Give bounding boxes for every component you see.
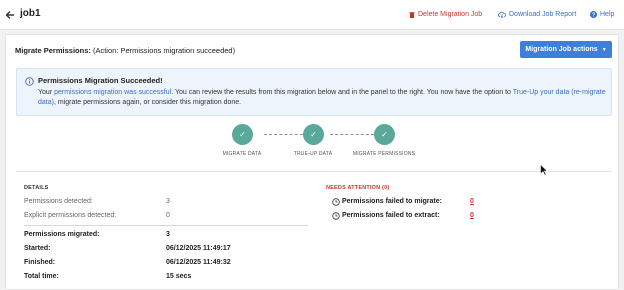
chevron-down-icon: ▼ [601,46,607,53]
detail-row-explicit-permissions: Explicit permissions detected: 0 [24,212,308,226]
attention-label: Permissions failed to extract: [342,212,440,219]
check-icon: ✓ [239,130,246,139]
trash-icon [409,12,415,18]
migrate-permissions-summary: Migrate Permissions: (Action: Permission… [15,46,235,55]
help-circle-icon: ? [590,11,597,18]
detail-row-started: Started: 06/12/2025 11:49:17 [24,245,308,259]
attention-row-failed-to-migrate: Permissions failed to migrate: 0 [332,198,482,210]
alert-message: Your permissions migration was successfu… [38,88,608,108]
detail-label: Finished: [24,259,56,266]
detail-value: 0 [166,212,170,219]
back-arrow-icon[interactable] [5,9,15,21]
step-label-true-up-data: TRUE-UP DATA [293,151,333,157]
detail-label: Permissions detected: [24,198,93,205]
help-label: Help [600,11,615,18]
top-header: job1 Delete Migration Job Download Job R… [0,0,624,30]
help-button[interactable]: ? Help [590,11,614,18]
action-status-text: (Action: Permissions migration succeeded… [92,46,236,55]
migration-stepper: ✓ ✓ ✓ MIGRATE DATA TRUE-UP DATA MIGRATE … [6,121,620,161]
detail-row-finished: Finished: 06/12/2025 11:49:32 [24,259,308,273]
alert-text-part: , migrate permissions again, or consider… [53,99,242,106]
step-connector [264,134,308,135]
detail-value: 3 [166,231,170,238]
detail-label: Explicit permissions detected: [24,212,117,219]
detail-row-permissions-migrated: Permissions migrated: 3 [24,231,308,245]
failed-to-extract-count-link[interactable]: 0 [470,212,474,219]
delete-migration-job-label: Delete Migration Job [418,11,483,18]
section-divider [16,171,612,172]
needs-attention-heading: NEEDS ATTENTION (0) [326,185,390,191]
detail-value: 15 secs [166,273,192,280]
alert-title: Permissions Migration Succeeded! [38,76,163,85]
migrate-permissions-label: Migrate Permissions: [15,46,91,55]
step-connector [330,134,374,135]
migration-job-actions-button[interactable]: Migration Job actions ▼ [520,41,612,58]
detail-label: Total time: [24,273,59,280]
step-label-migrate-data: MIGRATE DATA [222,151,262,157]
step-true-up-data: ✓ [303,124,324,145]
attention-row-failed-to-extract: Permissions failed to extract: 0 [332,212,482,224]
clock-icon [332,212,340,220]
success-alert: Permissions Migration Succeeded! Your pe… [16,68,612,116]
alert-text-part: Your [38,89,55,96]
page-title: job1 [20,8,41,19]
detail-row-permissions-detected: Permissions detected: 3 [24,198,308,212]
clock-icon [332,198,340,206]
step-label-migrate-permissions: MIGRATE PERMISSIONS [352,151,416,157]
detail-row-total-time: Total time: 15 secs [24,273,308,287]
detail-label: Permissions migrated: [24,231,100,238]
step-migrate-data: ✓ [232,124,253,145]
failed-to-migrate-count-link[interactable]: 0 [470,198,474,205]
detail-label: Started: [24,245,51,252]
step-migrate-permissions: ✓ [374,124,395,145]
detail-value: 3 [166,198,170,205]
mouse-cursor-icon [540,164,548,176]
check-icon: ✓ [310,130,317,139]
delete-migration-job-button[interactable]: Delete Migration Job [409,11,482,18]
download-job-report-label: Download Job Report [509,11,577,18]
download-job-report-button[interactable]: Download Job Report [498,11,576,18]
permissions-migration-link[interactable]: permissions migration was successful [54,89,171,96]
attention-label: Permissions failed to migrate: [342,198,442,205]
detail-value: 06/12/2025 11:49:17 [166,245,231,252]
alert-text-part: . You can review the results from this m… [171,89,513,96]
migration-job-actions-label: Migration Job actions [525,46,598,53]
detail-value: 06/12/2025 11:49:32 [166,259,231,266]
check-icon: ✓ [381,130,388,139]
details-heading: DETAILS [24,185,49,191]
cloud-download-icon [498,11,506,18]
migration-job-card: Migrate Permissions: (Action: Permission… [5,34,619,290]
details-separator [24,225,308,226]
info-icon [25,77,34,86]
